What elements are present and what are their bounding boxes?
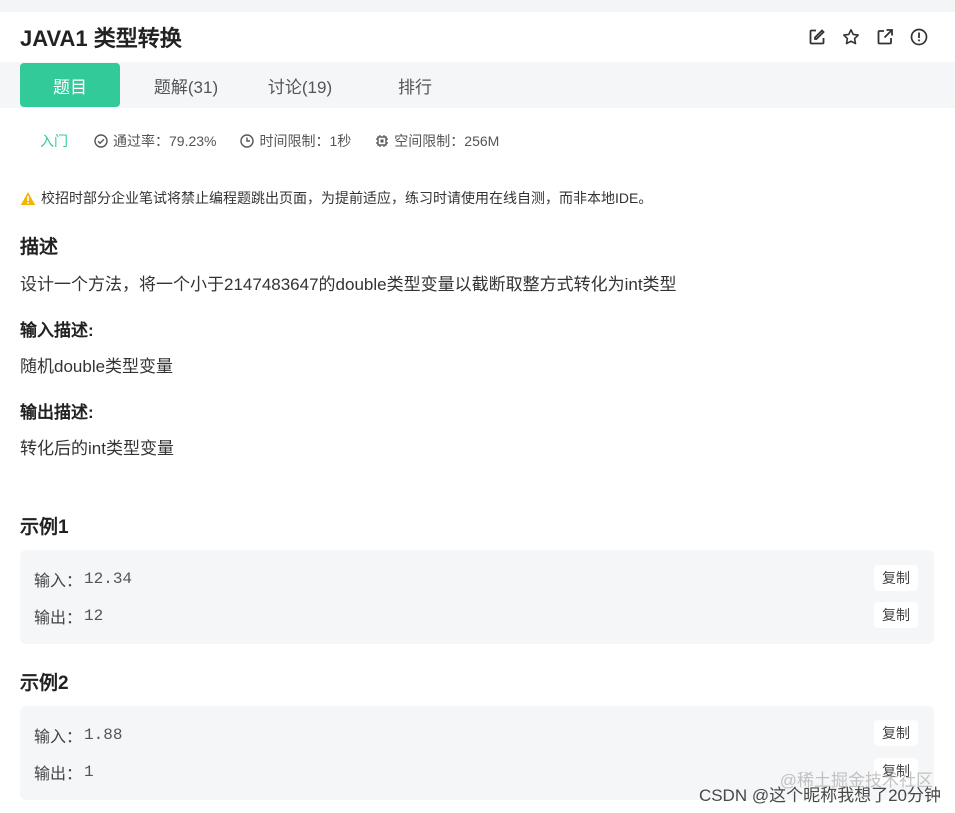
input-label: 输入： (34, 573, 83, 590)
warning-text: 校招时部分企业笔试将禁止编程题跳出页面，为提前适应，练习时请使用在线自测，而非本… (41, 190, 653, 206)
output-value[interactable]: 1 (84, 763, 94, 781)
time-limit-text: 时间限制：1秒 (259, 133, 352, 149)
tab-ranking[interactable]: 排行 (365, 63, 465, 107)
output-desc-heading: 输出描述: (20, 403, 94, 422)
tab-bar: 题目 题解(31) 讨论(19) 排行 (0, 62, 955, 108)
title-row: JAVA1 类型转换 (20, 20, 935, 54)
description-text: 设计一个方法，将一个小于2147483647的double类型变量以截断取整方式… (20, 275, 677, 294)
pass-rate: 通过率：79.23% (94, 131, 216, 151)
example-1-output: 输出： 12 (34, 604, 103, 628)
description-heading: 描述 (20, 237, 59, 258)
example-2-heading: 示例2 (20, 673, 69, 694)
copy-output-button[interactable]: 复制 (874, 602, 918, 628)
warning-icon (20, 191, 36, 205)
example-1-input: 输入： 12.34 (34, 567, 132, 591)
space-limit-text: 空间限制：256M (394, 133, 500, 149)
warning-notice: 校招时部分企业笔试将禁止编程题跳出页面，为提前适应，练习时请使用在线自测，而非本… (20, 188, 652, 208)
pass-rate-text: 通过率：79.23% (113, 133, 217, 149)
clock-icon (240, 134, 255, 148)
check-circle-icon (94, 134, 108, 148)
time-limit: 时间限制：1秒 (240, 131, 351, 151)
example-1-box: 输入： 12.34 复制 输出： 12 复制 (20, 550, 934, 644)
copy-input-button[interactable]: 复制 (874, 720, 918, 746)
output-desc-text: 转化后的int类型变量 (20, 439, 174, 458)
input-desc-text: 随机double类型变量 (20, 357, 174, 376)
difficulty-badge: 入门 (40, 133, 68, 149)
share-icon[interactable] (875, 27, 895, 47)
example-2-input: 输入： 1.88 (34, 723, 122, 747)
chip-icon (376, 135, 389, 147)
tab-solutions[interactable]: 题解(31) (136, 63, 236, 107)
input-label: 输入： (34, 729, 83, 746)
info-icon[interactable] (909, 27, 929, 47)
tab-discussion[interactable]: 讨论(19) (250, 63, 350, 107)
tab-problem[interactable]: 题目 (20, 63, 120, 107)
input-desc-heading: 输入描述: (20, 321, 94, 340)
space-limit: 空间限制：256M (375, 131, 499, 151)
example-1-heading: 示例1 (20, 517, 69, 538)
output-label: 输出： (34, 610, 83, 627)
edit-icon[interactable] (807, 27, 827, 47)
output-label: 输出： (34, 766, 83, 783)
toolbar-icons (807, 27, 929, 47)
output-value[interactable]: 12 (84, 607, 103, 625)
input-value[interactable]: 1.88 (84, 726, 122, 744)
copy-input-button[interactable]: 复制 (874, 565, 918, 591)
star-icon[interactable] (841, 27, 861, 47)
page-title: JAVA1 类型转换 (20, 26, 182, 51)
input-value[interactable]: 12.34 (84, 570, 132, 588)
problem-meta: 入门 通过率：79.23% 时间限制：1秒 空间限制：256M (40, 131, 523, 151)
watermark-csdn: CSDN @这个昵称我想了20分钟 (698, 786, 941, 805)
example-2-output: 输出： 1 (34, 760, 94, 784)
